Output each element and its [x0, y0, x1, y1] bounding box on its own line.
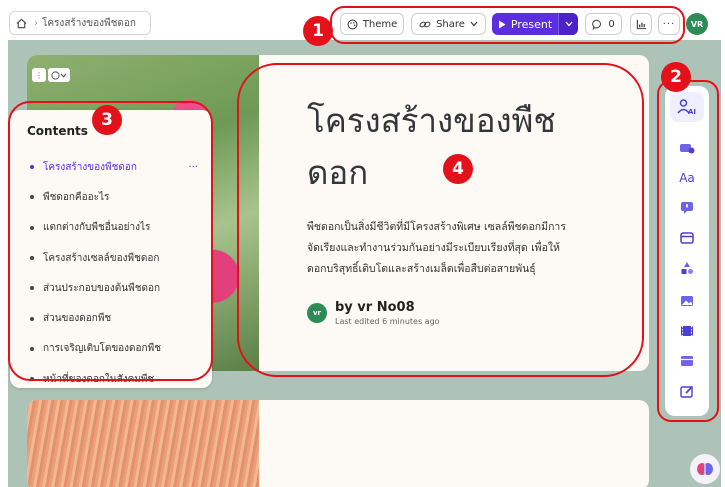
annotation-box-rail: [657, 80, 719, 422]
chevron-right-icon: ›: [34, 17, 38, 29]
annotation-number: 1: [303, 16, 333, 46]
card-toolbar: ⋮: [32, 68, 70, 82]
annotation-number: 3: [92, 105, 122, 135]
chevron-down-icon: [60, 72, 67, 78]
drag-handle-icon[interactable]: ⋮: [32, 68, 46, 82]
brain-icon: [697, 463, 713, 475]
user-avatar[interactable]: VR: [686, 13, 708, 35]
texture-image: [27, 400, 259, 487]
annotation-box-contents: [8, 101, 213, 381]
home-icon[interactable]: [10, 18, 32, 29]
card-style-button[interactable]: [48, 68, 70, 82]
help-assistant-button[interactable]: [690, 454, 720, 484]
palette-icon: [51, 70, 60, 80]
annotation-number: 4: [443, 154, 473, 184]
breadcrumb[interactable]: › โครงสร้างของพืชดอก: [9, 11, 151, 35]
breadcrumb-page[interactable]: โครงสร้างของพืชดอก: [42, 16, 136, 31]
annotation-box-card: [237, 63, 644, 377]
annotation-box-toolbar: [330, 6, 685, 44]
second-card[interactable]: [27, 400, 649, 487]
annotation-number: 2: [661, 62, 691, 92]
